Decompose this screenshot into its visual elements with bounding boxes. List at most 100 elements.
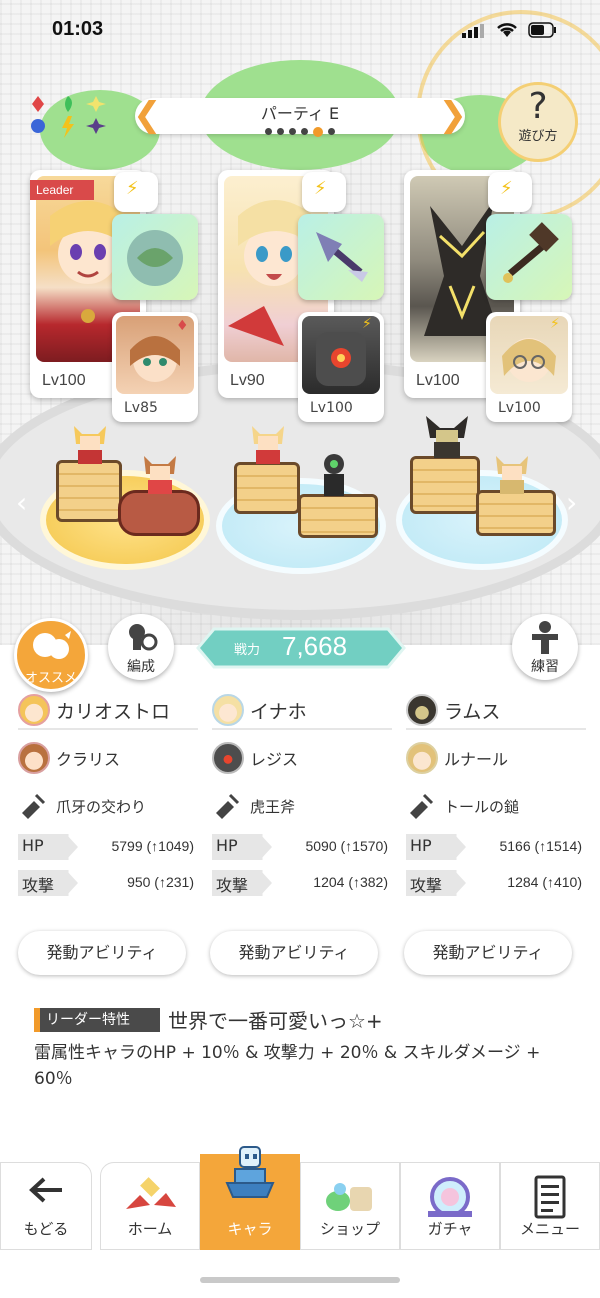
formation-label: 編成 <box>127 659 155 675</box>
hp-value: 5166 (↑1514) <box>499 838 582 854</box>
divider <box>18 728 198 730</box>
hp-label: HP <box>410 836 432 855</box>
power-value: 7,668 <box>282 631 348 661</box>
stats-column-2: イナホ レジス 虎王斧 HP 5090 (↑1570) 攻撃 1204 (↑38… <box>212 690 392 898</box>
recommend-button[interactable]: オススメ <box>14 618 88 692</box>
sub-character-card-2[interactable]: ⚡ Lv100 <box>298 312 384 422</box>
nav-menu[interactable]: メニュー <box>500 1162 600 1250</box>
nav-label: キャラ <box>227 1220 273 1238</box>
recommend-label: オススメ <box>24 671 77 686</box>
nav-home[interactable]: ホーム <box>100 1162 200 1250</box>
hp-stat: HP 5166 (↑1514) <box>406 834 586 862</box>
nav-gacha[interactable]: ガチャ <box>400 1162 500 1250</box>
formation-button[interactable]: 編成 <box>108 614 174 680</box>
sub-character-card-3[interactable]: ⚡ Lv100 <box>486 312 572 422</box>
leader-skill-description: 雷属性キャラのHP + 10％ & 攻撃力 + 20％ & スキルダメージ + … <box>34 1043 541 1089</box>
attack-value: 1204 (↑382) <box>313 874 388 890</box>
avatar <box>406 694 438 726</box>
attack-label: 攻撃 <box>410 876 443 895</box>
sub-character-row[interactable]: ルナール <box>406 738 586 778</box>
weapon-name: 虎王斧 <box>250 797 296 816</box>
fire-element-icon: ♦ <box>176 318 189 334</box>
weapon-row[interactable]: トールの鎚 <box>406 786 586 826</box>
ability-button-1[interactable]: 発動アビリティ <box>18 931 186 975</box>
prev-party-arrow-icon[interactable]: ❮ <box>133 98 162 132</box>
stats-column-1: カリオストロ クラリス 爪牙の交わり HP 5799 (↑1049) 攻撃 95… <box>18 690 198 898</box>
divider <box>406 728 586 730</box>
main-character-row[interactable]: イナホ <box>212 690 392 730</box>
avatar <box>18 694 50 726</box>
weapon-icon <box>216 793 240 819</box>
nav-character-active[interactable]: キャラ <box>200 1146 300 1250</box>
page-dot-active[interactable] <box>313 127 323 137</box>
sub-character-name: レジス <box>250 750 299 769</box>
nav-label: もどる <box>23 1220 69 1238</box>
page-dot[interactable] <box>301 128 308 135</box>
card-main-level: Lv90 <box>230 372 265 389</box>
weapon-axe-icon <box>316 232 368 282</box>
signal-icon <box>462 24 484 38</box>
ability-button-2[interactable]: 発動アビリティ <box>210 931 378 975</box>
lightning-icon: ⚡ <box>126 178 139 199</box>
attack-stat: 攻撃 1204 (↑382) <box>212 870 392 898</box>
main-character-name: ラムス <box>444 700 501 723</box>
page-dot[interactable] <box>328 128 335 135</box>
sprite-inaho <box>252 426 284 464</box>
main-character-row[interactable]: ラムス <box>406 690 586 730</box>
hp-stat: HP 5090 (↑1570) <box>212 834 392 862</box>
weapon-slot-2[interactable] <box>298 214 384 300</box>
weapon-name: 爪牙の交わり <box>56 797 147 816</box>
nav-back[interactable]: もどる <box>0 1162 92 1250</box>
divider <box>212 728 392 730</box>
question-mark-icon: ? <box>528 86 548 127</box>
sprite-lunalu <box>496 456 528 494</box>
home-indicator[interactable] <box>200 1277 400 1283</box>
hp-stat: HP 5799 (↑1049) <box>18 834 198 862</box>
main-character-row[interactable]: カリオストロ <box>18 690 198 730</box>
weapon-row[interactable]: 虎王斧 <box>212 786 392 826</box>
weapon-slot-1[interactable] <box>112 214 198 300</box>
status-time: 01:03 <box>52 18 104 40</box>
avatar <box>18 742 50 774</box>
sub-level: Lv100 <box>310 400 353 416</box>
wifi-icon <box>497 23 517 37</box>
practice-button[interactable]: 練習 <box>512 614 578 680</box>
block-sub-1 <box>118 490 200 536</box>
block-main-1 <box>56 460 122 522</box>
hp-label: HP <box>216 836 238 855</box>
sub-level: Lv85 <box>124 400 158 416</box>
nav-shop[interactable]: ショップ <box>300 1162 400 1250</box>
help-button[interactable]: ? 遊び方 <box>498 82 578 162</box>
sub-character-name: ルナール <box>444 750 509 769</box>
formation-gear-icon <box>129 624 158 651</box>
scroll-right-arrow-icon[interactable]: › <box>566 486 577 519</box>
ability-button-3[interactable]: 発動アビリティ <box>404 931 572 975</box>
page-dot[interactable] <box>289 128 296 135</box>
recommend-icon <box>33 631 71 659</box>
sub-character-card-1[interactable]: ♦ Lv85 <box>112 312 198 422</box>
weapon-row[interactable]: 爪牙の交わり <box>18 786 198 826</box>
main-character-name: イナホ <box>250 700 307 723</box>
character-icon <box>225 1146 275 1198</box>
card-main-level: Lv100 <box>416 372 460 389</box>
page-dot[interactable] <box>265 128 272 135</box>
nav-label: メニュー <box>519 1220 580 1238</box>
practice-label: 練習 <box>531 659 559 675</box>
avatar <box>406 742 438 774</box>
hp-label: HP <box>22 836 44 855</box>
weapon-slot-3[interactable] <box>486 214 572 300</box>
leader-skill-tag: リーダー特性 <box>34 1008 160 1032</box>
help-label: 遊び方 <box>518 129 558 144</box>
sub-character-row[interactable]: クラリス <box>18 738 198 778</box>
page-dot[interactable] <box>277 128 284 135</box>
scroll-left-arrow-icon[interactable]: ‹ <box>16 486 27 519</box>
nav-label: ガチャ <box>427 1220 473 1238</box>
attack-label: 攻撃 <box>22 876 55 895</box>
gacha-icon <box>428 1177 472 1217</box>
sub-character-row[interactable]: レジス <box>212 738 392 778</box>
weapon-claw-icon <box>127 230 183 286</box>
next-party-arrow-icon[interactable]: ❯ <box>439 98 468 132</box>
stats-column-3: ラムス ルナール トールの鎚 HP 5166 (↑1514) 攻撃 1284 (… <box>406 690 586 898</box>
lightning-icon: ⚡ <box>362 316 372 332</box>
sprite-regis <box>324 454 344 496</box>
